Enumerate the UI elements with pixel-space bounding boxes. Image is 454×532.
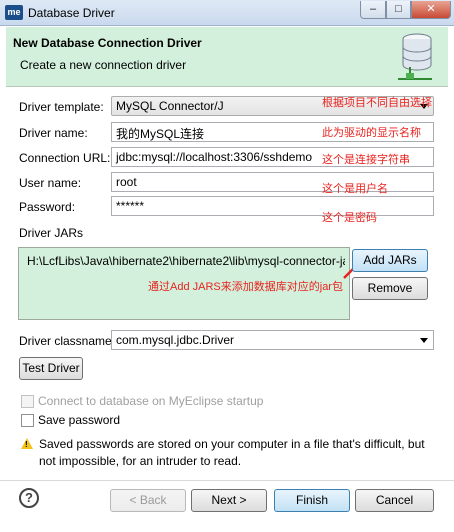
chevron-down-icon [420,338,428,343]
connect-startup-label: Connect to database on MyEclipse startup [38,394,264,408]
back-button[interactable]: < Back [110,489,186,512]
myeclipse-icon: me [5,5,23,20]
database-icon [398,33,432,80]
annotation-jars: 通过Add JARS来添加数据库对应的jar包 [148,281,343,293]
window-title: Database Driver [28,6,115,20]
add-jars-button[interactable]: Add JARs [352,249,428,272]
driver-classname-label: Driver classname: [19,334,116,348]
wizard-subtitle: Create a new connection driver [20,58,187,72]
driver-name-label: Driver name: [19,126,88,140]
list-item[interactable]: H:\LcfLibs\Java\hibernate2\hibernate2\li… [27,254,345,268]
maximize-button[interactable]: □ [386,1,411,19]
next-button[interactable]: Next > [191,489,267,512]
annotation-name: 此为驱动的显示名称 [322,127,421,139]
connection-url-label: Connection URL: [19,151,111,165]
save-password-checkbox[interactable] [21,414,34,427]
help-icon[interactable]: ? [19,488,39,508]
user-name-label: User name: [19,176,82,190]
password-field[interactable]: ****** [111,196,434,216]
warning-text: Saved passwords are stored on your compu… [39,437,425,468]
cancel-button[interactable]: Cancel [355,489,434,512]
window-titlebar: me Database Driver – □ ✕ [0,0,454,26]
wizard-title: New Database Connection Driver [13,36,202,50]
minimize-button[interactable]: – [360,1,386,19]
annotation-url: 这个是连接字符串 [322,154,410,166]
finish-button[interactable]: Finish [274,489,350,512]
driver-template-label: Driver template: [19,100,104,114]
save-password-label: Save password [38,413,121,427]
annotation-user: 这个是用户名 [322,183,388,195]
driver-classname-value: com.mysql.jdbc.Driver [116,333,235,347]
driver-template-value: MySQL Connector/J [116,99,224,113]
driver-jars-label: Driver JARs [19,226,84,240]
annotation-password: 这个是密码 [322,212,377,224]
close-button[interactable]: ✕ [411,1,451,19]
password-label: Password: [19,200,76,214]
footer-divider [0,480,454,481]
test-driver-button[interactable]: Test Driver [19,357,83,380]
wizard-header: New Database Connection Driver Create a … [6,27,448,87]
remove-button[interactable]: Remove [352,277,428,300]
driver-classname-field[interactable]: com.mysql.jdbc.Driver [111,330,434,350]
annotation-template: 根据项目不同自由选择 [322,97,432,109]
connect-startup-checkbox[interactable] [21,395,34,408]
